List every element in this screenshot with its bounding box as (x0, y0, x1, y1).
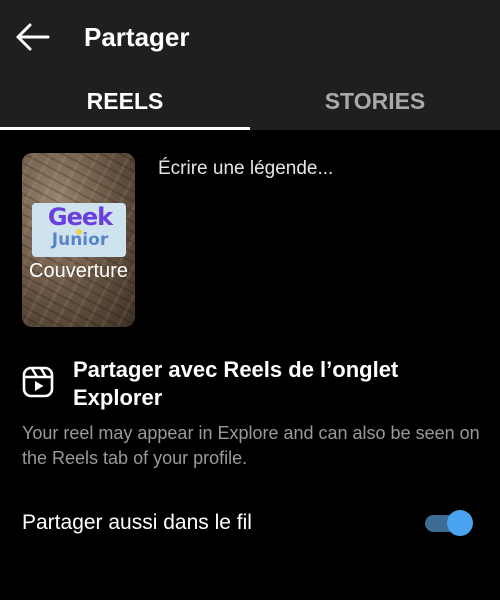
cover-label: Couverture (29, 260, 128, 282)
share-reels-description: Your reel may appear in Explore and can … (22, 423, 480, 468)
share-feed-toggle[interactable] (425, 508, 475, 538)
active-tab-indicator (0, 127, 250, 130)
back-button[interactable] (14, 20, 52, 54)
tab-reels[interactable]: REELS (0, 84, 250, 130)
arrow-left-icon (16, 23, 50, 51)
share-feed-label: Partager aussi dans le fil (22, 511, 252, 534)
page-title: Partager (84, 22, 190, 52)
logo-text-geek: Geek (47, 203, 113, 231)
share-reels-title: Partager avec Reels de l’onglet Explorer (73, 357, 399, 410)
tab-stories[interactable]: STORIES (250, 84, 500, 130)
reels-icon (22, 366, 54, 398)
top-app-bar: Partager REELS STORIES (0, 0, 500, 130)
caption-input[interactable]: Écrire une légende... (158, 156, 478, 182)
geek-junior-logo: Geek Junior (32, 203, 126, 257)
toggle-knob (447, 510, 473, 536)
logo-text-junior: Junior (51, 230, 109, 250)
cover-thumbnail[interactable]: Geek Junior Couverture (22, 153, 135, 327)
